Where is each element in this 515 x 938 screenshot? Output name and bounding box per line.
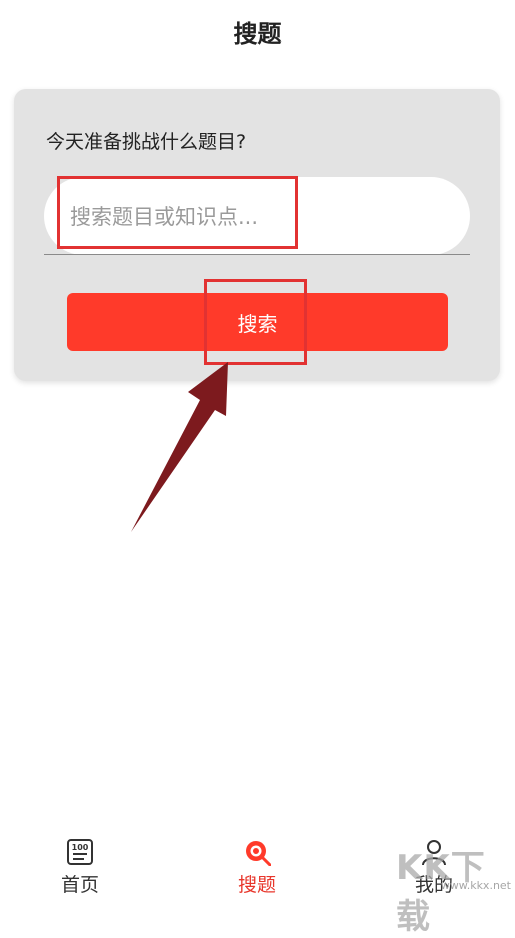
tab-search[interactable]: 搜题 xyxy=(197,830,317,896)
svg-text:100: 100 xyxy=(72,843,89,852)
tab-home[interactable]: 100 首页 xyxy=(20,830,140,896)
search-prompt: 今天准备挑战什么题目? xyxy=(46,131,247,153)
home-news-icon: 100 xyxy=(67,839,93,865)
tab-home-label: 首页 xyxy=(60,874,99,896)
search-underline xyxy=(44,254,470,255)
bottom-tab-bar: 100 首页 搜题 我的 xyxy=(0,830,515,896)
tab-mine-label: 我的 xyxy=(414,874,453,896)
tab-search-label: 搜题 xyxy=(237,874,276,896)
search-button[interactable]: 搜索 xyxy=(67,293,448,351)
search-input[interactable] xyxy=(68,194,372,240)
user-icon xyxy=(422,840,446,866)
search-field[interactable] xyxy=(44,177,470,255)
page-title: 搜题 xyxy=(233,20,282,48)
search-card: 今天准备挑战什么题目? 搜索 xyxy=(14,89,500,381)
search-question-icon xyxy=(246,841,271,866)
tab-mine[interactable]: 我的 xyxy=(374,830,494,896)
